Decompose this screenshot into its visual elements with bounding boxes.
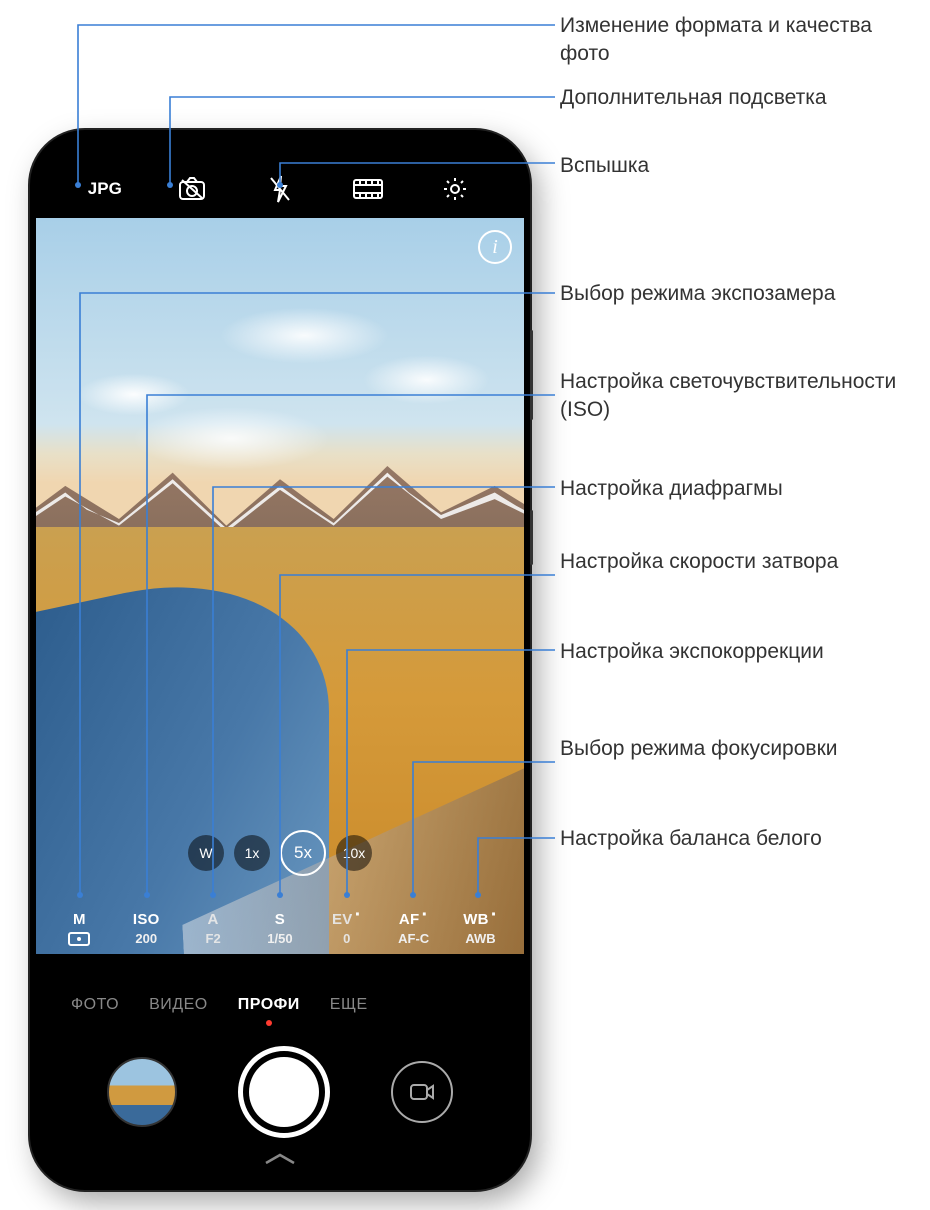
callout-af: Выбор режима фокусировки (560, 735, 837, 763)
frame-button[interactable] (348, 169, 388, 209)
param-af[interactable]: AF· AF-C (389, 911, 439, 946)
shutter-inner (249, 1057, 319, 1127)
callout-metering: Выбор режима экспозамера (560, 280, 835, 308)
video-camera-icon (408, 1081, 436, 1103)
scene-clouds (36, 218, 524, 512)
zoom-10x[interactable]: 10x (336, 835, 372, 871)
viewfinder[interactable]: i W 1x 5x 10x M ISO 200 A F2 (36, 218, 524, 954)
switch-camera-button[interactable] (391, 1061, 453, 1123)
info-button[interactable]: i (478, 230, 512, 264)
mode-pro[interactable]: ПРОФИ (238, 996, 300, 1014)
camera-topbar: JPG (36, 164, 524, 214)
callout-ev: Настройка экспокоррекции (560, 638, 824, 666)
callout-fill: Дополнительная подсветка (560, 84, 827, 112)
phone-screen: JPG (36, 136, 524, 1184)
zoom-5x[interactable]: 5x (280, 830, 326, 876)
gear-icon (441, 175, 469, 203)
bottom-controls (36, 1044, 524, 1139)
filmstrip-icon (352, 178, 384, 200)
param-aperture[interactable]: A F2 (188, 911, 238, 946)
flash-off-icon (268, 174, 292, 204)
param-metering[interactable]: M (54, 911, 104, 946)
callout-aperture: Настройка диафрагмы (560, 475, 783, 503)
format-button[interactable]: JPG (85, 169, 125, 209)
pro-params-row: M ISO 200 A F2 S 1/50 EV· 0 (36, 911, 524, 946)
metering-icon (68, 932, 90, 946)
callout-iso: Настройка светочувствительности (ISO) (560, 368, 920, 425)
gallery-thumbnail[interactable] (107, 1057, 177, 1127)
mode-photo[interactable]: ФОТО (71, 996, 119, 1014)
callout-shutter: Настройка скорости затвора (560, 548, 838, 576)
mode-more[interactable]: ЕЩЕ (330, 996, 368, 1014)
shutter-button[interactable] (238, 1046, 330, 1138)
zoom-row: W 1x 5x 10x (36, 835, 524, 876)
settings-button[interactable] (435, 169, 475, 209)
flash-button[interactable] (260, 169, 300, 209)
zoom-1x[interactable]: 1x (234, 835, 270, 871)
side-button-bottom (530, 510, 533, 565)
callout-format: Изменение формата и качества фото (560, 12, 920, 69)
format-label: JPG (88, 179, 122, 199)
param-ev[interactable]: EV· 0 (322, 911, 372, 946)
mode-video[interactable]: ВИДЕО (149, 996, 208, 1014)
callout-wb: Настройка баланса белого (560, 825, 822, 853)
phone-frame: JPG (30, 130, 530, 1190)
callout-flash: Вспышка (560, 152, 649, 180)
mode-selector[interactable]: ФОТО ВИДЕО ПРОФИ ЕЩЕ (36, 996, 524, 1014)
side-button-top (530, 330, 533, 420)
param-shutter[interactable]: S 1/50 (255, 911, 305, 946)
info-icon: i (492, 236, 498, 259)
chevron-up-icon[interactable] (260, 1151, 300, 1172)
zoom-wide[interactable]: W (188, 835, 224, 871)
fill-light-button[interactable] (172, 169, 212, 209)
fill-light-icon (177, 176, 207, 202)
param-iso[interactable]: ISO 200 (121, 911, 171, 946)
param-wb[interactable]: WB· AWB (455, 911, 505, 946)
